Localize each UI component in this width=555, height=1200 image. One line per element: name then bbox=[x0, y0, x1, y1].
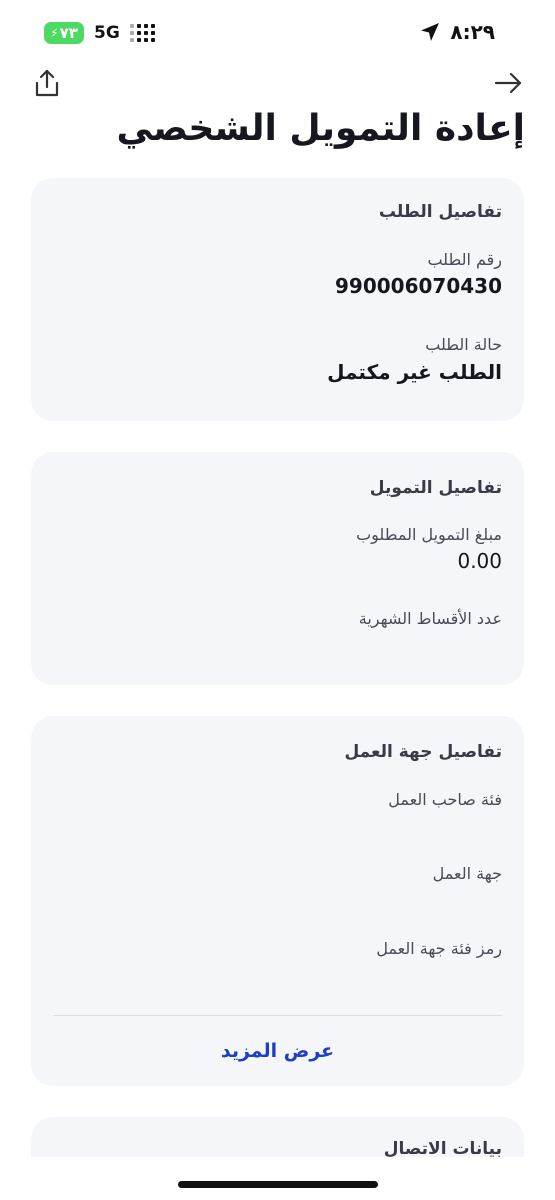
request-number-value: 990006070430 bbox=[335, 274, 502, 298]
installments-label: عدد الأقساط الشهرية bbox=[358, 609, 502, 628]
request-status-value: الطلب غير مكتمل bbox=[327, 360, 502, 384]
arrow-right-icon bbox=[494, 72, 522, 94]
employer-label: جهة العمل bbox=[432, 864, 502, 883]
charging-bolt-icon: ⚡ bbox=[50, 26, 59, 40]
request-details-title: تفاصيل الطلب bbox=[378, 202, 502, 222]
back-button[interactable] bbox=[493, 68, 523, 98]
card-divider bbox=[53, 1015, 502, 1016]
battery-indicator: ⚡ ٧٣ bbox=[44, 22, 84, 44]
share-icon bbox=[35, 69, 59, 97]
network-type: 5G bbox=[94, 23, 120, 43]
status-time: ٨:٢٩ bbox=[450, 20, 495, 44]
contact-details-card: بيانات الاتصال bbox=[31, 1117, 524, 1157]
request-details-card: تفاصيل الطلب رقم الطلب 990006070430 حالة… bbox=[31, 178, 524, 421]
finance-amount-label: مبلغ التمويل المطلوب bbox=[356, 525, 502, 544]
show-more-button[interactable]: عرض المزيد bbox=[31, 1040, 524, 1062]
location-arrow-icon bbox=[421, 23, 440, 41]
employer-details-card: تفاصيل جهة العمل فئة صاحب العمل جهة العم… bbox=[31, 716, 524, 1086]
contact-details-title: بيانات الاتصال bbox=[383, 1139, 502, 1157]
finance-details-card: تفاصيل التمويل مبلغ التمويل المطلوب 0.00… bbox=[31, 452, 524, 685]
request-status-label: حالة الطلب bbox=[425, 335, 502, 354]
employer-details-title: تفاصيل جهة العمل bbox=[344, 742, 502, 762]
employer-category-label: فئة صاحب العمل bbox=[388, 790, 502, 809]
share-button[interactable] bbox=[32, 68, 62, 98]
finance-details-title: تفاصيل التمويل bbox=[369, 478, 502, 498]
employer-code-label: رمز فئة جهة العمل bbox=[376, 939, 502, 958]
finance-amount-value: 0.00 bbox=[457, 549, 502, 573]
home-indicator bbox=[178, 1181, 378, 1188]
status-right: ٨:٢٩ bbox=[420, 20, 495, 44]
status-left: ⚡ ٧٣ 5G bbox=[44, 22, 155, 44]
request-number-label: رقم الطلب bbox=[427, 250, 502, 269]
battery-level: ٧٣ bbox=[59, 24, 78, 42]
page-title: إعادة التمويل الشخصي bbox=[116, 108, 525, 149]
status-bar: ⚡ ٧٣ 5G ٨:٢٩ bbox=[0, 0, 555, 64]
signal-icon bbox=[129, 24, 155, 42]
